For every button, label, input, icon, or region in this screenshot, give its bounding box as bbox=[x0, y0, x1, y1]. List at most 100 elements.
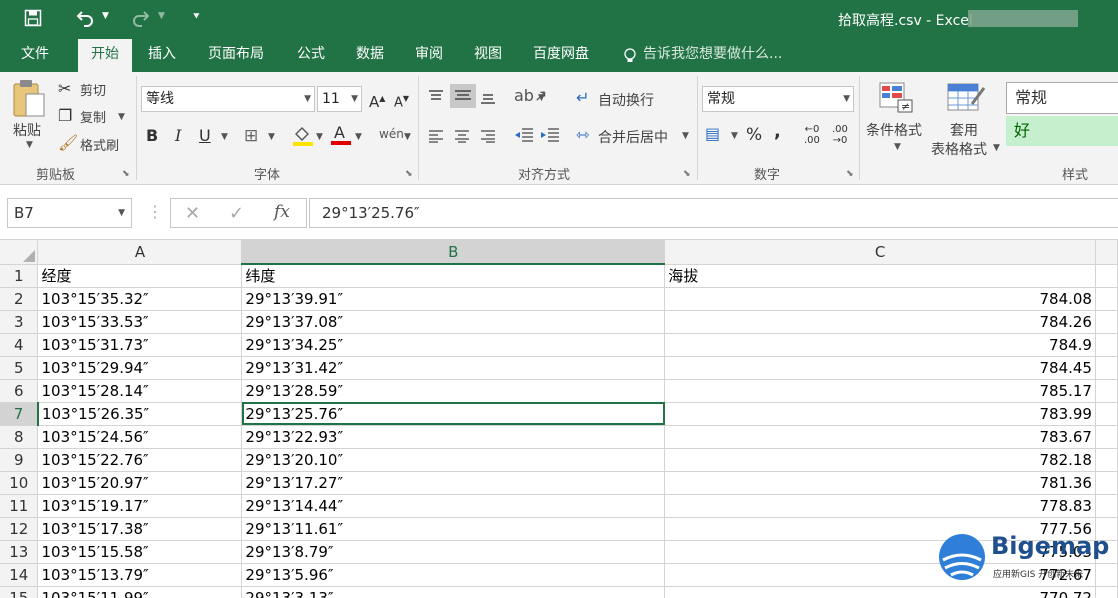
cell-b[interactable]: 29°13′39.91″ bbox=[241, 287, 666, 311]
row-header[interactable]: 3 bbox=[0, 310, 39, 334]
align-right-icon[interactable] bbox=[480, 128, 496, 143]
fill-color-icon[interactable] bbox=[292, 124, 314, 146]
tab-review[interactable]: 审阅 bbox=[415, 39, 443, 72]
row-header[interactable]: 2 bbox=[0, 287, 39, 311]
fill-color-dropdown-icon[interactable]: ▼ bbox=[316, 132, 323, 142]
merge-center-icon[interactable]: ⇿ bbox=[576, 125, 589, 145]
cell-d[interactable] bbox=[1095, 287, 1118, 311]
align-center-icon[interactable] bbox=[454, 128, 470, 143]
column-header-d[interactable] bbox=[1095, 240, 1118, 265]
increase-decimal-icon[interactable]: ←0.00 bbox=[804, 124, 820, 146]
paste-button[interactable]: 粘贴 bbox=[13, 120, 41, 140]
save-icon[interactable] bbox=[24, 9, 42, 27]
tab-home[interactable]: 开始 bbox=[78, 39, 132, 72]
cell-b[interactable]: 29°13′5.96″ bbox=[241, 563, 666, 587]
borders-dropdown-icon[interactable]: ▼ bbox=[268, 132, 275, 142]
font-color-icon[interactable]: A bbox=[330, 122, 352, 146]
cell-b[interactable]: 29°13′3.13″ bbox=[241, 586, 666, 598]
paste-icon[interactable] bbox=[10, 78, 48, 120]
conditional-formatting-icon[interactable]: ≠ bbox=[878, 80, 914, 114]
name-box[interactable]: B7 ▼ bbox=[7, 198, 132, 228]
cell-c[interactable]: 783.67 bbox=[664, 425, 1096, 449]
decrease-decimal-icon[interactable]: .00 →0 bbox=[832, 124, 848, 146]
copy-button[interactable]: 复制 bbox=[80, 107, 106, 126]
conditional-dropdown-icon[interactable]: ▼ bbox=[894, 142, 901, 152]
confirm-icon[interactable]: ✓ bbox=[229, 203, 244, 224]
cell-a[interactable]: 103°15′15.58″ bbox=[37, 540, 243, 564]
cell-a[interactable]: 103°15′31.73″ bbox=[37, 333, 243, 357]
cell-a[interactable]: 103°15′20.97″ bbox=[37, 471, 243, 495]
cell-c[interactable]: 海拔 bbox=[664, 264, 1096, 288]
cell-b[interactable]: 29°13′11.61″ bbox=[241, 517, 666, 541]
clipboard-launcher-icon[interactable]: ⬊ bbox=[122, 169, 130, 179]
font-launcher-icon[interactable]: ⬊ bbox=[405, 169, 413, 179]
row-header[interactable]: 11 bbox=[0, 494, 39, 518]
column-header-b[interactable]: B bbox=[241, 240, 666, 265]
cell-b[interactable]: 29°13′28.59″ bbox=[241, 379, 666, 403]
cell-a[interactable]: 103°15′11.99″ bbox=[37, 586, 243, 598]
cell-d[interactable] bbox=[1095, 264, 1118, 288]
format-painter-icon[interactable]: 🖌 bbox=[58, 133, 78, 153]
borders-icon[interactable]: ⊞ bbox=[244, 126, 258, 146]
cell-c[interactable]: 784.26 bbox=[664, 310, 1096, 334]
column-header-a[interactable]: A bbox=[37, 240, 243, 265]
merge-center-button[interactable]: 合并后居中 bbox=[598, 127, 668, 147]
cell-a[interactable]: 103°15′24.56″ bbox=[37, 425, 243, 449]
align-left-icon[interactable] bbox=[428, 128, 444, 143]
row-header[interactable]: 13 bbox=[0, 540, 39, 564]
cell-b[interactable]: 29°13′34.25″ bbox=[241, 333, 666, 357]
cell-c[interactable]: 784.45 bbox=[664, 356, 1096, 380]
alignment-launcher-icon[interactable]: ⬊ bbox=[683, 169, 691, 179]
cell-c[interactable]: 781.36 bbox=[664, 471, 1096, 495]
orientation-dropdown-icon[interactable]: ▼ bbox=[538, 93, 545, 103]
cell-d[interactable] bbox=[1095, 402, 1118, 426]
undo-icon[interactable] bbox=[76, 8, 96, 28]
row-header[interactable]: 1 bbox=[0, 264, 39, 288]
cell-d[interactable] bbox=[1095, 471, 1118, 495]
cell-c[interactable]: 784.9 bbox=[664, 333, 1096, 357]
row-header[interactable]: 4 bbox=[0, 333, 39, 357]
decrease-indent-icon[interactable] bbox=[514, 127, 534, 143]
cut-button[interactable]: 剪切 bbox=[80, 80, 106, 99]
active-cell[interactable]: 29°13′25.76″ bbox=[241, 402, 666, 426]
tell-me-search[interactable]: 告诉我您想要做什么... bbox=[643, 39, 782, 72]
number-format-select[interactable]: 常规 ▼ bbox=[702, 86, 854, 112]
style-normal[interactable]: 常规 bbox=[1006, 82, 1118, 114]
cell-b[interactable]: 29°13′37.08″ bbox=[241, 310, 666, 334]
tab-file[interactable]: 文件 bbox=[21, 39, 49, 72]
cell-c[interactable]: 785.17 bbox=[664, 379, 1096, 403]
number-launcher-icon[interactable]: ⬊ bbox=[846, 169, 854, 179]
tab-page-layout[interactable]: 页面布局 bbox=[208, 39, 264, 72]
cell-b[interactable]: 29°13′17.27″ bbox=[241, 471, 666, 495]
customize-toolbar-icon[interactable]: ⯆ bbox=[192, 10, 201, 24]
cell-b[interactable]: 29°13′8.79″ bbox=[241, 540, 666, 564]
row-header[interactable]: 6 bbox=[0, 379, 39, 403]
bold-icon[interactable]: B bbox=[146, 126, 158, 146]
cell-a[interactable]: 103°15′29.94″ bbox=[37, 356, 243, 380]
cell-a[interactable]: 103°15′13.79″ bbox=[37, 563, 243, 587]
tab-data[interactable]: 数据 bbox=[356, 39, 384, 72]
cell-b[interactable]: 29°13′20.10″ bbox=[241, 448, 666, 472]
cell-d[interactable] bbox=[1095, 425, 1118, 449]
format-as-table-label-line2[interactable]: 表格格式 bbox=[931, 139, 987, 159]
undo-dropdown-icon[interactable]: ▼ bbox=[102, 11, 109, 21]
tab-formulas[interactable]: 公式 bbox=[297, 39, 325, 72]
align-top-icon[interactable] bbox=[428, 88, 444, 102]
cell-a[interactable]: 103°15′19.17″ bbox=[37, 494, 243, 518]
row-header[interactable]: 10 bbox=[0, 471, 39, 495]
row-header[interactable]: 5 bbox=[0, 356, 39, 380]
comma-style-icon[interactable]: , bbox=[774, 122, 781, 142]
cell-c[interactable]: 782.18 bbox=[664, 448, 1096, 472]
cell-a[interactable]: 103°15′26.35″ bbox=[37, 402, 243, 426]
row-header[interactable]: 8 bbox=[0, 425, 39, 449]
cell-c[interactable]: 778.83 bbox=[664, 494, 1096, 518]
copy-icon[interactable]: ❐ bbox=[58, 106, 72, 126]
cell-a[interactable]: 103°15′35.32″ bbox=[37, 287, 243, 311]
row-header[interactable]: 9 bbox=[0, 448, 39, 472]
style-good[interactable]: 好 bbox=[1006, 116, 1118, 146]
tab-view[interactable]: 视图 bbox=[474, 39, 502, 72]
accounting-dropdown-icon[interactable]: ▼ bbox=[731, 131, 738, 141]
cell-a[interactable]: 103°15′33.53″ bbox=[37, 310, 243, 334]
cell-d[interactable] bbox=[1095, 494, 1118, 518]
row-header[interactable]: 12 bbox=[0, 517, 39, 541]
